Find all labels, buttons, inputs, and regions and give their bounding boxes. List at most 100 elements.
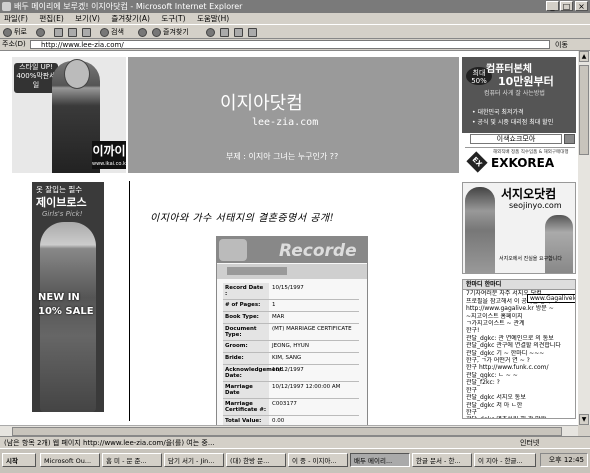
guestbook-line: 관달_qgkc: ㄴ ~ ~ — [466, 371, 518, 379]
taskbar: 시작 Microsoft Ou... 홈 미 - 문 준... 담기 서기 - … — [0, 448, 590, 473]
county-seal-icon — [219, 239, 247, 261]
taskbar-item[interactable]: 담기 서기 - Jin... — [164, 453, 224, 467]
site-search-button[interactable] — [564, 134, 575, 144]
mail-button[interactable] — [220, 27, 229, 37]
address-label: 주소(D) — [2, 40, 26, 48]
guestbook-line: 한구, ㄱ가 어떤거 연 ~ ? — [466, 357, 530, 365]
scroll-thumb[interactable] — [579, 65, 589, 155]
taskbar-item[interactable]: 이 중 - 이지아... — [288, 453, 348, 467]
exkorea-logo-icon: EX — [466, 151, 488, 173]
guestbook-line: 관달_dgkc 관구에 연결할 의견합니다 — [466, 342, 561, 350]
article-headline: 이지아와 가수 서태지의 결혼증명서 공개! — [150, 213, 335, 224]
menu-edit[interactable]: 편집(E) — [39, 14, 63, 23]
guestbook-header: 한마디 한마디 — [463, 280, 575, 291]
guestbook-line: 관달_dgkc 연조쓰러 해 관 발왕 — [463, 416, 575, 418]
record-field-label: Document Type: — [223, 324, 269, 340]
menu-favorites[interactable]: 즐겨찾기(A) — [111, 14, 150, 23]
site-search-input[interactable]: 이색쇼크모아 — [470, 134, 562, 144]
site-banner[interactable]: 이지아닷컴 lee-zia.com 부제 : 이지아 그녀는 누구인가 ?? — [128, 57, 459, 173]
edit-button[interactable] — [248, 27, 257, 37]
ad-right-mid[interactable]: 서지오닷컴 seojinyo.com 서지오에서 진실을 요구합니다 — [462, 182, 576, 274]
ad-new-in: NEW IN — [38, 292, 80, 303]
back-arrow-icon — [3, 27, 12, 37]
exkorea-name: EXKOREA — [491, 156, 555, 170]
record-title: Recorde — [279, 241, 357, 261]
system-tray-clock[interactable]: 오후 12:45 — [540, 453, 588, 467]
forward-arrow-icon — [36, 27, 45, 37]
edit-icon — [248, 27, 257, 37]
favorites-button[interactable]: 즐겨찾기 — [152, 27, 189, 37]
site-logo: 이지아닷컴 — [220, 93, 303, 114]
print-button[interactable] — [234, 27, 243, 37]
h-scroll-thumb[interactable] — [12, 427, 562, 436]
guestbook-line: 관달_f2kc: ? — [466, 379, 500, 387]
taskbar-item[interactable]: Microsoft Ou... — [40, 453, 100, 467]
back-button[interactable]: 뒤로 — [3, 27, 27, 37]
record-header: Recorde — [217, 237, 367, 263]
record-strip — [217, 264, 367, 279]
vertical-scrollbar[interactable]: ▲ ▼ — [578, 51, 590, 425]
guestbook-line: 한구 — [466, 408, 478, 416]
ad-left-tall[interactable]: 옷 잘입는 필수 제이브로스 Girls's Pick! NEW IN 10% … — [32, 182, 104, 412]
ad-headline-2: 10만원부터 — [498, 75, 554, 88]
menu-file[interactable]: 파일(F) — [4, 14, 28, 23]
taskbar-item[interactable]: 이 지아 - 한글... — [474, 453, 536, 467]
ad-sale: 10% SALE — [38, 306, 94, 317]
record-row: Marriage Date 10/12/1997 12:00:00 AM — [223, 382, 359, 399]
scroll-down-arrow-icon[interactable]: ▼ — [579, 414, 589, 425]
guestbook-line: http://www.gagalive.kr 방문 ~ — [466, 305, 554, 313]
history-icon — [206, 27, 215, 37]
menu-view[interactable]: 보기(V) — [75, 14, 100, 23]
ad-exkorea[interactable]: 해외직배 정품 직수입품 & 해외구매대행 EX EXKOREA — [465, 147, 575, 174]
scroll-up-arrow-icon[interactable]: ▲ — [579, 51, 589, 62]
address-input[interactable]: http://www.lee-zia.com/ — [30, 40, 550, 49]
web-content: 스타일 UP! 400%막판세일 이까이 www.ikai.co.kr 이지아닷… — [0, 51, 578, 425]
address-bar: 주소(D) http://www.lee-zia.com/ 이동 — [0, 39, 590, 51]
forward-button[interactable] — [36, 27, 45, 37]
guestbook-line: 한구 http://www.funk.c.com/ — [466, 364, 549, 372]
taskbar-item[interactable]: 한글 문서 - 한... — [412, 453, 472, 467]
close-button[interactable]: × — [575, 1, 588, 11]
stop-button[interactable] — [54, 27, 63, 37]
stop-icon — [54, 27, 63, 37]
start-button[interactable]: 시작 — [2, 453, 36, 467]
record-field-label: Total Value: — [223, 416, 269, 425]
taskbar-item-active[interactable]: 배두 메이리... — [350, 453, 410, 467]
refresh-button[interactable] — [68, 27, 77, 37]
record-field-value: 0.00 — [272, 418, 285, 424]
record-field-value: JEONG, HYUN — [272, 343, 309, 349]
record-field-value: (MT) MARRIAGE CERTIFICATE — [272, 326, 352, 332]
menu-tools[interactable]: 도구(T) — [161, 14, 185, 23]
history-button[interactable] — [206, 27, 215, 37]
ad-tagline: 컴퓨터 사게 잘 사는방법 — [484, 90, 545, 97]
minimize-button[interactable]: _ — [546, 1, 559, 11]
record-field-value: 10/12/1997 — [272, 367, 304, 373]
ad-right-top[interactable]: 최대 50% 컴퓨터본체 10만원부터 컴퓨터 사게 잘 사는방법 • 대한민국… — [462, 57, 576, 133]
record-row: Marriage Certificate #: C003177 — [223, 399, 359, 416]
model-photo — [40, 222, 96, 412]
record-field-label: Marriage Date — [223, 382, 269, 398]
guestbook-line: 관달_dgkc: 관 연예인으로 의 통보 — [466, 334, 554, 342]
record-field-label: Groom: — [223, 341, 269, 352]
menu-help[interactable]: 도움말(H) — [197, 14, 229, 23]
home-button[interactable] — [82, 27, 91, 37]
taskbar-item[interactable]: 홈 미 - 문 준... — [102, 453, 162, 467]
taskbar-item[interactable]: (대) 한방 문... — [226, 453, 286, 467]
ad-left-top[interactable]: 스타일 UP! 400%막판세일 이까이 www.ikai.co.kr — [12, 57, 126, 173]
record-table: Record Date :10/15/1997 # of Pages: 1 Book … — [223, 283, 359, 425]
ad-bullet: • 대한민국 최저가격 — [472, 109, 524, 116]
window-title: 배두 메이리에 보루겠! 이지아닷컴 - Microsoft Internet … — [14, 2, 243, 11]
guestbook-line: 관달_dgkc 저 아 ㄴ한 — [466, 401, 523, 409]
ad-brand: 이까이 www.ikai.co.kr — [92, 141, 126, 169]
search-button[interactable]: 검색 — [100, 27, 124, 37]
maximize-button[interactable]: □ — [560, 1, 573, 11]
google-button[interactable] — [138, 27, 147, 37]
print-icon — [234, 27, 243, 37]
exkorea-tagline: 해외직배 정품 직수입품 & 해외구매대행 — [493, 150, 569, 155]
site-subtitle: 부제 : 이지아 그녀는 누구인가 ?? — [226, 152, 339, 161]
guestbook-chat[interactable]: 한마디 한마디 7기자여러분 자주 서지오 닷컴 프로필을 참고해서 이 공개를 … — [462, 279, 576, 419]
ie-icon — [2, 2, 11, 11]
go-button[interactable]: 이동 — [555, 40, 568, 51]
record-row: Total Value: 0.00 — [223, 416, 359, 425]
column-divider — [129, 181, 130, 421]
